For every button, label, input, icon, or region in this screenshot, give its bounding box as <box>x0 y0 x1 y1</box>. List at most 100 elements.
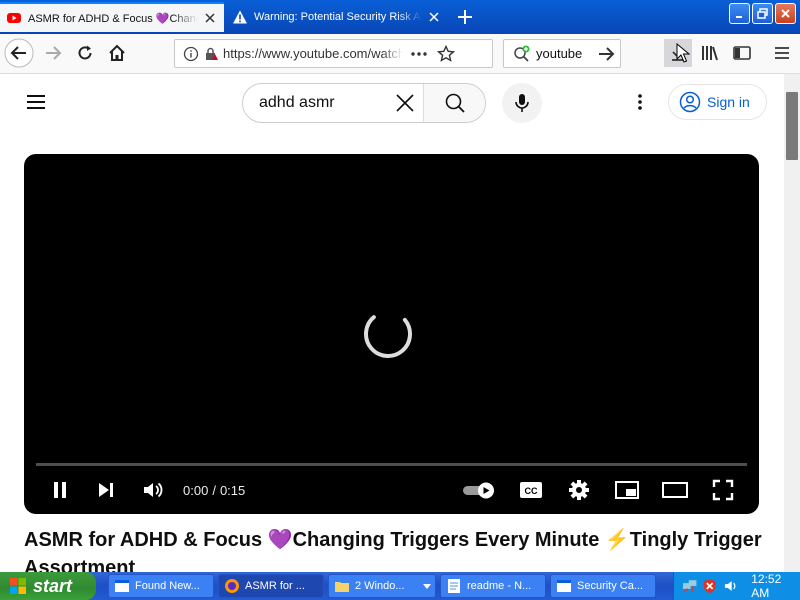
close-window-button[interactable] <box>775 3 796 24</box>
theater-mode-icon <box>662 482 688 498</box>
sidebar-button[interactable] <box>728 39 756 67</box>
taskbar-item-label: Security Ca... <box>577 580 644 592</box>
youtube-icon <box>7 13 21 23</box>
time-display: 0:00 / 0:15 <box>183 476 245 504</box>
svg-text:CC: CC <box>525 486 538 496</box>
network-icon[interactable] <box>682 578 697 594</box>
microphone-icon <box>515 94 529 112</box>
sidebar-icon <box>733 46 751 60</box>
volume-icon <box>144 482 163 498</box>
search-engine-icon <box>514 45 530 62</box>
autoplay-toggle[interactable] <box>462 476 498 504</box>
minimize-icon <box>736 16 742 18</box>
subtitles-button[interactable]: CC <box>516 476 546 504</box>
mute-button[interactable] <box>138 476 168 504</box>
chevron-down-icon <box>423 584 431 589</box>
skip-next-icon <box>99 483 113 497</box>
hamburger-menu-icon <box>775 47 789 59</box>
closed-captions-icon: CC <box>520 482 542 498</box>
firefox-icon <box>225 579 239 593</box>
search-bar[interactable]: youtube <box>503 39 621 68</box>
home-icon <box>109 44 125 61</box>
screen: ASMR for ADHD & Focus 💜Changing Triggers… <box>0 0 800 600</box>
minimize-button[interactable] <box>729 3 750 24</box>
arrow-right-icon <box>46 46 62 60</box>
restore-icon <box>757 8 768 19</box>
voice-search-button[interactable] <box>502 83 542 123</box>
back-button[interactable] <box>4 38 34 68</box>
next-button[interactable] <box>92 476 120 504</box>
window-controls <box>729 3 796 24</box>
security-alert-icon[interactable] <box>702 578 717 594</box>
youtube-search-button[interactable] <box>423 84 485 122</box>
youtube-search-box[interactable]: adhd asmr <box>242 83 486 123</box>
current-time: 0:00 <box>183 482 209 498</box>
page-actions-icon[interactable] <box>409 46 429 62</box>
speaker-icon[interactable] <box>723 578 738 594</box>
taskbar-item-label: ASMR for ... <box>245 580 305 592</box>
scrollbar-thumb[interactable] <box>786 92 798 160</box>
close-tab-icon[interactable] <box>426 9 442 25</box>
loading-spinner-icon <box>364 315 412 358</box>
restore-button[interactable] <box>752 3 773 24</box>
tab-title: Warning: Potential Security Risk Ahead <box>254 11 422 23</box>
theater-mode-button[interactable] <box>660 476 690 504</box>
info-icon[interactable] <box>183 46 199 62</box>
reload-icon <box>78 45 92 60</box>
progress-bar[interactable] <box>36 463 747 466</box>
system-tray: 12:52 AM <box>673 572 800 600</box>
clock: 12:52 AM <box>751 572 782 600</box>
url-bar[interactable]: https://www.youtube.com/watch <box>174 39 493 68</box>
guide-menu-icon[interactable] <box>24 92 48 112</box>
menu-button[interactable] <box>768 39 796 67</box>
tab-security-warning[interactable]: Warning: Potential Security Risk Ahead <box>226 2 448 32</box>
duration: 0:15 <box>219 482 246 498</box>
clear-icon <box>396 94 414 112</box>
forward-button[interactable] <box>38 38 68 68</box>
pause-button[interactable] <box>46 476 74 504</box>
taskbar-item-readme[interactable]: readme - N... <box>440 574 546 598</box>
tab-youtube-video[interactable]: ASMR for ADHD & Focus 💜Changing Triggers… <box>0 2 224 32</box>
taskbar-item-found-new[interactable]: Found New... <box>108 574 214 598</box>
sign-in-button[interactable]: Sign in <box>668 84 767 120</box>
miniplayer-button[interactable] <box>612 476 642 504</box>
taskbar-item-windows-group[interactable]: 2 Windo... <box>328 574 436 598</box>
library-icon <box>702 46 718 61</box>
new-tab-icon[interactable] <box>452 5 478 29</box>
close-tab-icon[interactable] <box>202 10 218 26</box>
settings-menu-button[interactable] <box>628 90 652 114</box>
downloads-button[interactable] <box>664 39 692 67</box>
search-bar-text: youtube <box>536 46 583 61</box>
windows-logo-icon <box>10 578 26 594</box>
taskbar-item-label: readme - N... <box>467 580 532 592</box>
gear-icon <box>569 480 589 500</box>
close-icon <box>781 9 790 18</box>
taskbar-item-security-center[interactable]: Security Ca... <box>550 574 656 598</box>
search-icon <box>445 93 465 113</box>
settings-button[interactable] <box>564 476 594 504</box>
video-player[interactable]: 0:00 / 0:15 CC <box>24 154 759 514</box>
search-go-icon[interactable] <box>596 44 616 64</box>
fullscreen-button[interactable] <box>708 476 738 504</box>
window-icon <box>115 580 129 592</box>
folder-icon <box>335 582 349 592</box>
fullscreen-icon <box>712 479 734 501</box>
lock-warning-icon[interactable] <box>203 46 219 62</box>
browser-tab-strip: ASMR for ADHD & Focus 💜Changing Triggers… <box>0 0 800 34</box>
taskbar-item-firefox[interactable]: ASMR for ... <box>218 574 324 598</box>
start-button[interactable]: start <box>0 572 96 600</box>
library-button[interactable] <box>696 39 724 67</box>
start-label: start <box>33 575 73 596</box>
youtube-page: adhd asmr Sign in 0:00 / 0:15 CC ASMR fo… <box>0 74 784 572</box>
url-text: https://www.youtube.com/watch <box>223 46 403 61</box>
arrow-left-icon <box>4 38 34 68</box>
warning-icon <box>233 10 247 24</box>
browser-navbar: https://www.youtube.com/watch youtube <box>0 34 800 74</box>
sign-in-label: Sign in <box>707 94 750 110</box>
bookmark-star-icon[interactable] <box>437 44 455 63</box>
youtube-search-input[interactable]: adhd asmr <box>243 94 387 112</box>
reload-button[interactable] <box>70 38 100 68</box>
clear-search-button[interactable] <box>387 84 423 122</box>
home-button[interactable] <box>102 38 132 68</box>
more-vertical-icon <box>638 94 642 110</box>
